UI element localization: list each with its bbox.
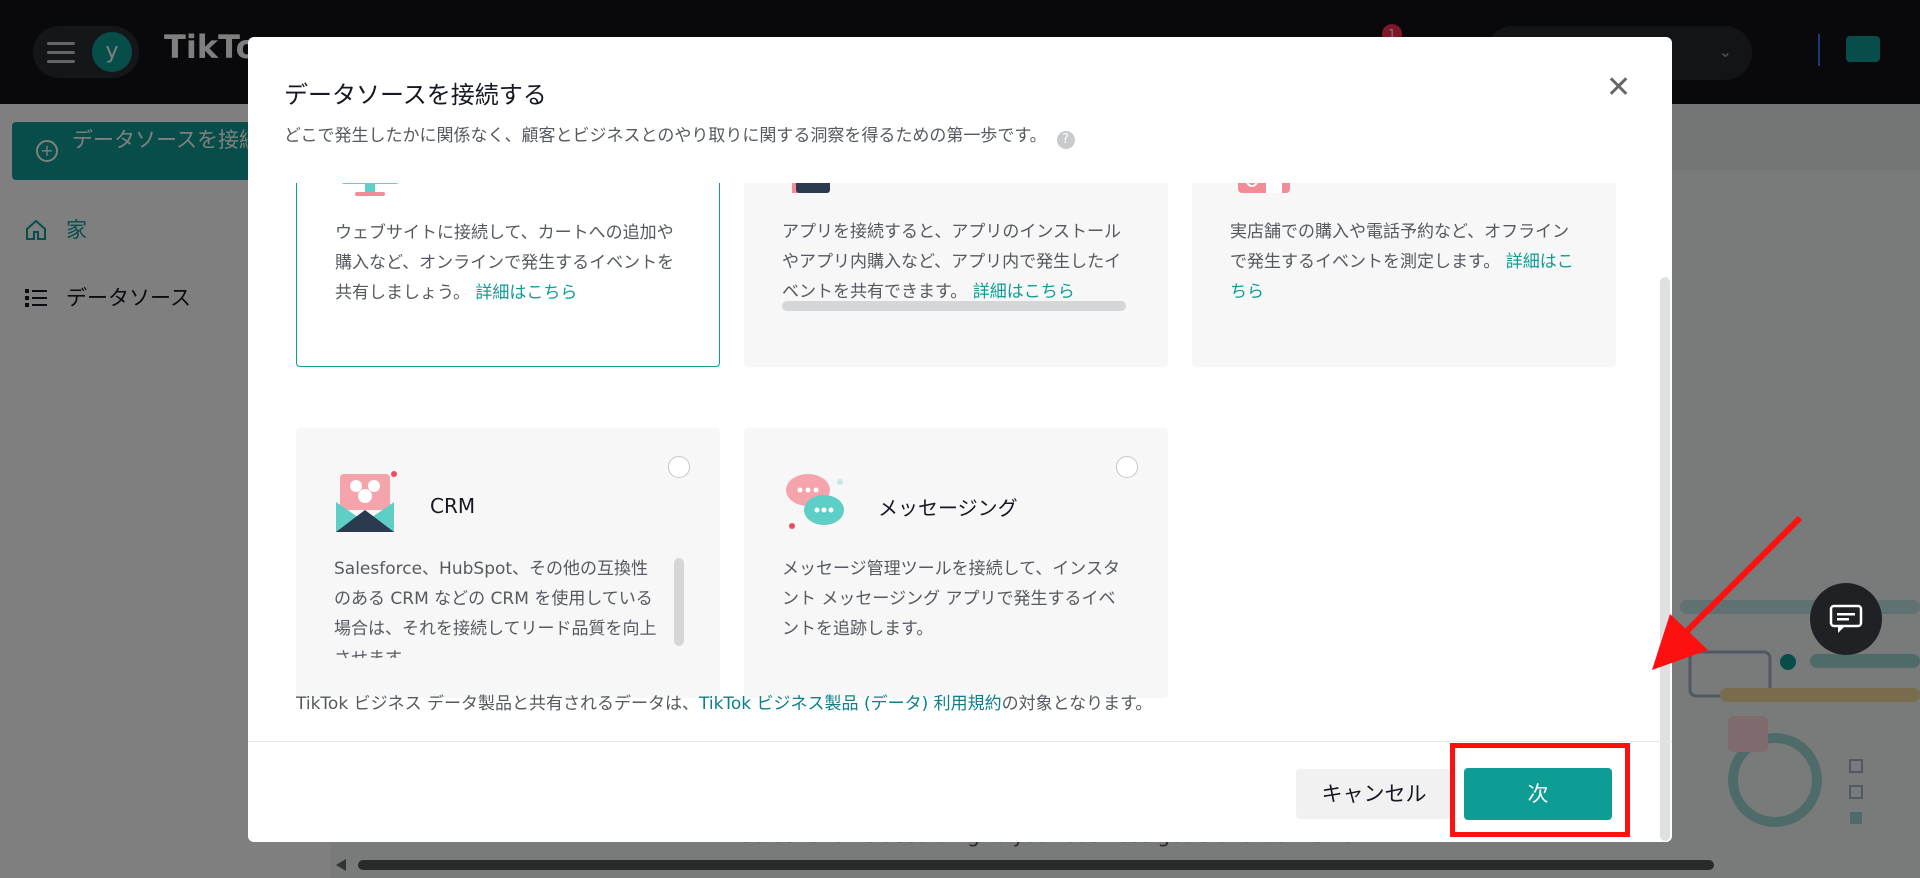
dialog-subtitle-text: どこで発生したかに関係なく、顧客とビジネスとのやり取りに関する洞察を得るための第… <box>284 126 1047 146</box>
annotation-arrow-icon <box>1652 515 1803 670</box>
terms-link[interactable]: TikTok ビジネス製品 (データ) 利用規約 <box>699 694 1002 714</box>
chat-icon <box>1829 604 1863 633</box>
annotation-highlight-box <box>1450 743 1630 837</box>
card-description: メッセージ管理ツールを接続して、インスタント メッセージング アプリで発生するイ… <box>782 554 1132 644</box>
dialog-title: データソースを接続する <box>284 81 547 109</box>
store-icon <box>1238 183 1290 193</box>
terms-prefix: TikTok ビジネス データ製品と共有されるデータは、 <box>296 694 699 714</box>
data-source-card-app[interactable]: アプリを接続すると、アプリのインストールやアプリ内購入など、アプリ内で発生したイ… <box>744 183 1168 367</box>
dialog-body: ウェブサイトに接続して、カートへの追加や購入など、オンラインで発生するイベントを… <box>248 183 1672 741</box>
learn-more-link[interactable]: 詳細はこちら <box>475 283 577 303</box>
terms-notice: TikTok ビジネス データ製品と共有されるデータは、TikTok ビジネス製… <box>296 689 1152 714</box>
chat-support-button[interactable] <box>1810 583 1882 655</box>
website-icon <box>341 183 399 196</box>
terms-suffix: の対象となります。 <box>1001 694 1153 714</box>
chat-bubbles-icon <box>786 474 844 529</box>
crm-icon <box>336 471 397 532</box>
close-icon[interactable]: ✕ <box>1606 73 1631 103</box>
card-description-text: Salesforce、HubSpot、その他の互換性のある CRM などの CR… <box>334 559 657 658</box>
data-source-card-messaging[interactable]: メッセージング メッセージ管理ツールを接続して、インスタント メッセージング ア… <box>744 428 1168 698</box>
learn-more-link[interactable]: 詳細はこちら <box>973 282 1075 302</box>
data-source-card-offline[interactable]: 実店舗での購入や電話予約など、オフラインで発生するイベントを測定します。 詳細は… <box>1192 183 1616 367</box>
card-radio[interactable] <box>668 456 690 478</box>
footer-divider <box>248 741 1672 742</box>
card-description: ウェブサイトに接続して、カートへの追加や購入など、オンラインで発生するイベントを… <box>335 218 687 308</box>
connect-data-source-dialog: データソースを接続する どこで発生したかに関係なく、顧客とビジネスとのやり取りに… <box>248 37 1672 842</box>
card-description: Salesforce、HubSpot、その他の互換性のある CRM などの CR… <box>334 554 664 658</box>
card-scrollbar[interactable] <box>674 558 684 646</box>
data-source-card-web[interactable]: ウェブサイトに接続して、カートへの追加や購入など、オンラインで発生するイベントを… <box>296 183 720 367</box>
data-source-card-crm[interactable]: CRM Salesforce、HubSpot、その他の互換性のある CRM など… <box>296 428 720 698</box>
help-icon[interactable]: ? <box>1056 131 1075 149</box>
card-description: 実店舗での購入や電話予約など、オフラインで発生するイベントを測定します。 詳細は… <box>1230 217 1582 307</box>
card-title: メッセージング <box>878 496 1018 520</box>
card-radio[interactable] <box>1116 456 1138 478</box>
cancel-button[interactable]: キャンセル <box>1296 769 1452 819</box>
card-description: アプリを接続すると、アプリのインストールやアプリ内購入など、アプリ内で発生したイ… <box>782 217 1134 307</box>
dialog-subtitle: どこで発生したかに関係なく、顧客とビジネスとのやり取りに関する洞察を得るための第… <box>284 121 1075 149</box>
card-title: CRM <box>430 494 476 518</box>
card-description-text: メッセージ管理ツールを接続して、インスタント メッセージング アプリで発生するイ… <box>782 559 1120 639</box>
app-icon <box>792 183 830 193</box>
card-scrollbar[interactable] <box>782 301 1126 311</box>
